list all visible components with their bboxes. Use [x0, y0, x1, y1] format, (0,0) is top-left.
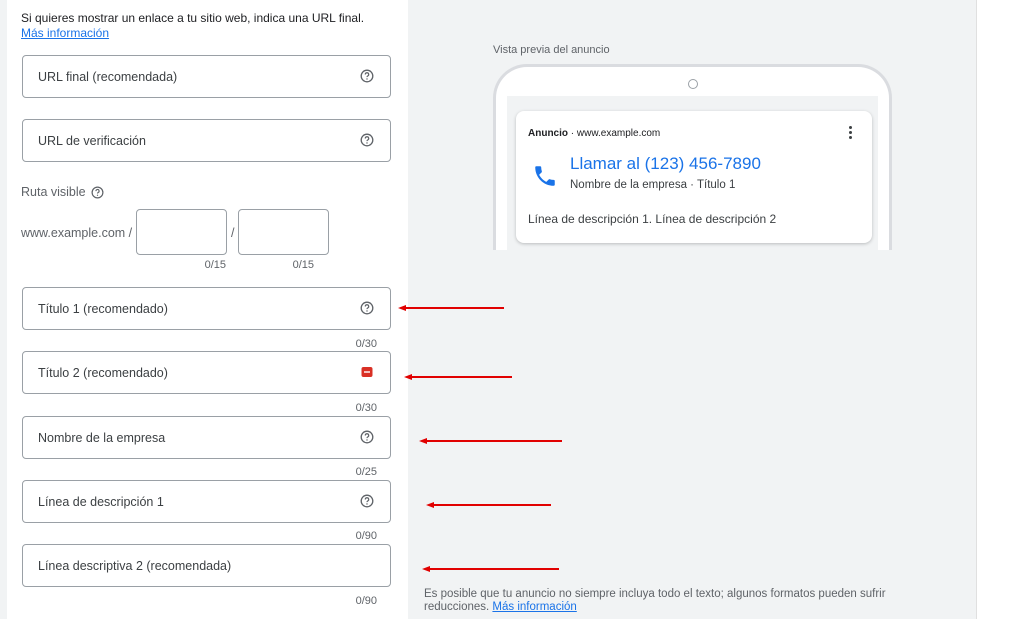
title1-field[interactable]: Título 1 (recomendado) — [22, 287, 391, 330]
more-info-link[interactable]: Más información — [21, 26, 109, 40]
ad-badge: Anuncio — [528, 128, 568, 139]
intro-text: Si quieres mostrar un enlace a tu sitio … — [21, 11, 364, 41]
preview-note: Es posible que tu anuncio no siempre inc… — [424, 588, 944, 614]
title2-label: Título 2 (recomendado) — [38, 366, 168, 380]
red-arrow-icon — [422, 566, 559, 572]
path1-input[interactable] — [136, 209, 227, 255]
final-url-field[interactable]: URL final (recomendada) — [22, 55, 391, 98]
question-circle-icon[interactable] — [360, 430, 374, 444]
ad-separator: · — [568, 128, 577, 139]
title1-counter: 0/30 — [355, 338, 377, 350]
question-circle-icon[interactable] — [360, 133, 374, 147]
description2-counter: 0/90 — [355, 595, 377, 607]
title2-counter: 0/30 — [355, 402, 377, 414]
description1-counter: 0/90 — [355, 530, 377, 542]
more-vert-icon[interactable] — [849, 126, 852, 141]
phone-screen: Anuncio · www.example.com Llamar al (123… — [507, 96, 878, 250]
question-circle-icon[interactable] — [360, 494, 374, 508]
ad-preview-card: Anuncio · www.example.com Llamar al (123… — [516, 111, 872, 243]
path-separator: / — [231, 226, 235, 240]
path1-counter: 0/15 — [204, 259, 226, 271]
tracking-url-label: URL de verificación — [38, 134, 146, 148]
display-path-heading: Ruta visible — [21, 185, 104, 199]
right-margin-panel — [976, 0, 1024, 619]
error-icon[interactable] — [360, 365, 374, 379]
business-name-counter: 0/25 — [355, 466, 377, 478]
ad-header: Anuncio · www.example.com — [528, 128, 660, 139]
camera-icon — [688, 79, 698, 89]
description2-label: Línea descriptiva 2 (recomendada) — [38, 559, 232, 573]
business-name-label: Nombre de la empresa — [38, 431, 166, 445]
description1-label: Línea de descripción 1 — [38, 495, 164, 509]
red-arrow-icon — [419, 438, 562, 444]
ad-form-panel: Si quieres mostrar un enlace a tu sitio … — [7, 0, 408, 619]
display-path-domain: www.example.com / — [21, 226, 133, 240]
business-name-field[interactable]: Nombre de la empresa — [22, 416, 391, 459]
tracking-url-field[interactable]: URL de verificación — [22, 119, 391, 162]
title1-label: Título 1 (recomendado) — [38, 302, 168, 316]
ad-description: Línea de descripción 1. Línea de descrip… — [528, 212, 777, 226]
question-circle-icon[interactable] — [360, 69, 374, 83]
title2-field[interactable]: Título 2 (recomendado) — [22, 351, 391, 394]
question-circle-icon[interactable] — [360, 301, 374, 315]
path2-counter: 0/15 — [292, 259, 314, 271]
preview-more-info-link[interactable]: Más información — [492, 601, 576, 613]
final-url-label: URL final (recomendada) — [38, 70, 178, 84]
intro-text-body: Si quieres mostrar un enlace a tu sitio … — [21, 11, 365, 25]
display-path-label: Ruta visible — [21, 185, 86, 199]
ad-headline: Llamar al (123) 456-7890 — [570, 154, 761, 173]
question-circle-icon[interactable] — [91, 186, 104, 199]
description1-field[interactable]: Línea de descripción 1 — [22, 480, 391, 523]
path2-input[interactable] — [238, 209, 329, 255]
phone-frame: Anuncio · www.example.com Llamar al (123… — [493, 64, 892, 250]
preview-title: Vista previa del anuncio — [493, 44, 610, 56]
ad-domain: www.example.com — [576, 128, 661, 139]
red-arrow-icon — [398, 305, 504, 311]
ad-subline: Nombre de la empresa · Título 1 — [570, 179, 736, 191]
description2-field[interactable]: Línea descriptiva 2 (recomendada) — [22, 544, 391, 587]
red-arrow-icon — [404, 374, 512, 380]
phone-icon — [535, 166, 555, 186]
red-arrow-icon — [426, 502, 551, 508]
